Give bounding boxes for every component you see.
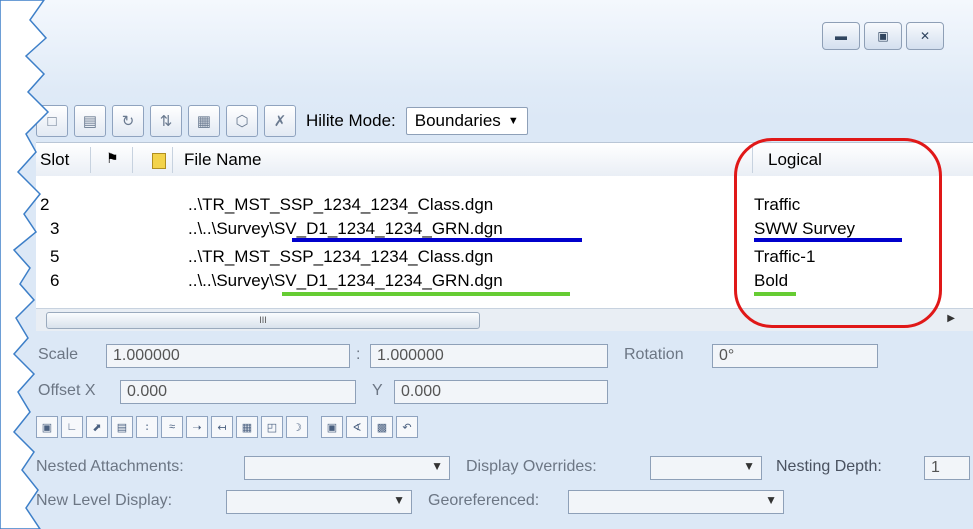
column-separator (172, 147, 173, 173)
display-overrides-select[interactable]: ▼ (650, 456, 762, 480)
file-name-cell: ..\..\Survey\SV_D1_1234_1234_GRN.dgn (188, 219, 503, 238)
attachment-properties: Scale 1.000000 : 1.000000 Rotation 0° Of… (0, 330, 973, 529)
reference-dialog: ▬ ▣ ✕ □ ▤ ↻ ⇅ ▦ ⬡ ✗ Hilite Mode: Boundar… (0, 0, 973, 529)
georeferenced-select[interactable]: ▼ (568, 490, 784, 514)
file-name-column-header[interactable]: File Name (184, 150, 261, 170)
scroll-right-icon[interactable]: ▶ (947, 313, 955, 324)
red-highlight-circle (734, 138, 942, 328)
model-icon[interactable]: ⬡ (226, 105, 258, 137)
reference-toolbar: □ ▤ ↻ ⇅ ▦ ⬡ ✗ Hilite Mode: Boundaries ▼ (36, 100, 528, 142)
nested-attachments-label: Nested Attachments: (36, 458, 184, 475)
slot-cell: 5 (50, 247, 60, 266)
toggle-lights-icon[interactable]: ☽ (286, 416, 308, 438)
new-level-display-label: New Level Display: (36, 492, 173, 509)
exchange-icon[interactable]: ⇅ (150, 105, 182, 137)
nesting-depth-input[interactable]: 1 (924, 456, 970, 480)
toggle-levels-icon[interactable]: ▦ (236, 416, 258, 438)
rotation-input[interactable]: 0° (712, 344, 878, 368)
file-icon[interactable] (152, 153, 166, 169)
new-level-display-select[interactable]: ▼ (226, 490, 412, 514)
scrollbar-thumb[interactable]: III (46, 312, 480, 329)
minimize-icon[interactable]: ▬ (822, 22, 860, 50)
scale-input-1[interactable]: 1.000000 (106, 344, 350, 368)
scale-colon: : (356, 346, 361, 363)
chevron-down-icon: ▼ (765, 493, 777, 507)
toggle-ignore-icon[interactable]: ➝ (186, 416, 208, 438)
slot-cell: 6 (50, 271, 60, 290)
detach-icon[interactable]: ▤ (74, 105, 106, 137)
slot-column-header[interactable]: Slot (40, 150, 69, 170)
toggle-snap-icon[interactable]: ∟ (61, 416, 83, 438)
toggle-treat-element-icon[interactable]: ▤ (111, 416, 133, 438)
nesting-depth-label: Nesting Depth: (776, 458, 882, 475)
rotation-label: Rotation (624, 346, 684, 363)
hilite-mode-label: Hilite Mode: (306, 111, 396, 130)
toggle-boundary-icon[interactable]: ▣ (321, 416, 343, 438)
attach-icon[interactable]: □ (36, 105, 68, 137)
chevron-down-icon: ▼ (507, 115, 519, 127)
file-name-cell: ..\TR_MST_SSP_1234_1234_Class.dgn (188, 195, 494, 214)
toggle-clip-icon[interactable]: ◰ (261, 416, 283, 438)
maximize-icon[interactable]: ▣ (864, 22, 902, 50)
chevron-down-icon: ▼ (431, 459, 443, 473)
toggle-annotation-icon[interactable]: ∢ (346, 416, 368, 438)
reload-icon[interactable]: ↻ (112, 105, 144, 137)
offset-y-input[interactable]: 0.000 (394, 380, 608, 404)
green-underline-file (282, 292, 570, 296)
close-icon[interactable]: ✕ (906, 22, 944, 50)
slot-cell: 3 (50, 219, 60, 238)
scale-label: Scale (38, 346, 79, 363)
toggle-raster-icon[interactable]: ↤ (211, 416, 233, 438)
chevron-down-icon: ▼ (393, 493, 405, 507)
title-bar: ▬ ▣ ✕ (0, 0, 973, 90)
chevron-down-icon: ▼ (743, 459, 755, 473)
scale-input-2[interactable]: 1.000000 (370, 344, 608, 368)
blue-underline-file (292, 238, 582, 242)
display-overrides-label: Display Overrides: (466, 458, 597, 475)
hilite-mode-select[interactable]: Boundaries ▼ (405, 107, 528, 135)
georeferenced-label: Georeferenced: (428, 492, 540, 509)
toggle-locate-icon[interactable]: ⬈ (86, 416, 108, 438)
toggle-print-icon[interactable]: ▩ (371, 416, 393, 438)
hilite-mode-value: Boundaries (414, 111, 501, 130)
slot-cell: 2 (40, 195, 50, 214)
window-controls: ▬ ▣ ✕ (822, 22, 944, 50)
file-name-cell: ..\..\Survey\SV_D1_1234_1234_GRN.dgn (188, 271, 503, 290)
toggle-true-scale-icon[interactable]: ∶ (136, 416, 158, 438)
nested-attachments-select[interactable]: ▼ (244, 456, 450, 480)
column-separator (132, 147, 133, 173)
display-toggles-toolbar: ▣ ∟ ⬈ ▤ ∶ ≈ ➝ ↤ ▦ ◰ ☽ ▣ ∢ ▩ ↶ (36, 416, 421, 438)
remove-icon[interactable]: ✗ (264, 105, 296, 137)
toggle-line-style-icon[interactable]: ≈ (161, 416, 183, 438)
toggle-presentation-icon[interactable]: ↶ (396, 416, 418, 438)
settings-icon[interactable]: ▦ (188, 105, 220, 137)
offset-y-label: Y (372, 382, 383, 399)
column-separator (90, 147, 91, 173)
file-name-cell: ..\TR_MST_SSP_1234_1234_Class.dgn (188, 247, 494, 266)
offset-x-input[interactable]: 0.000 (120, 380, 356, 404)
offset-x-label: Offset X (38, 382, 96, 399)
toggle-display-icon[interactable]: ▣ (36, 416, 58, 438)
flag-icon[interactable]: ⚑ (106, 150, 119, 167)
